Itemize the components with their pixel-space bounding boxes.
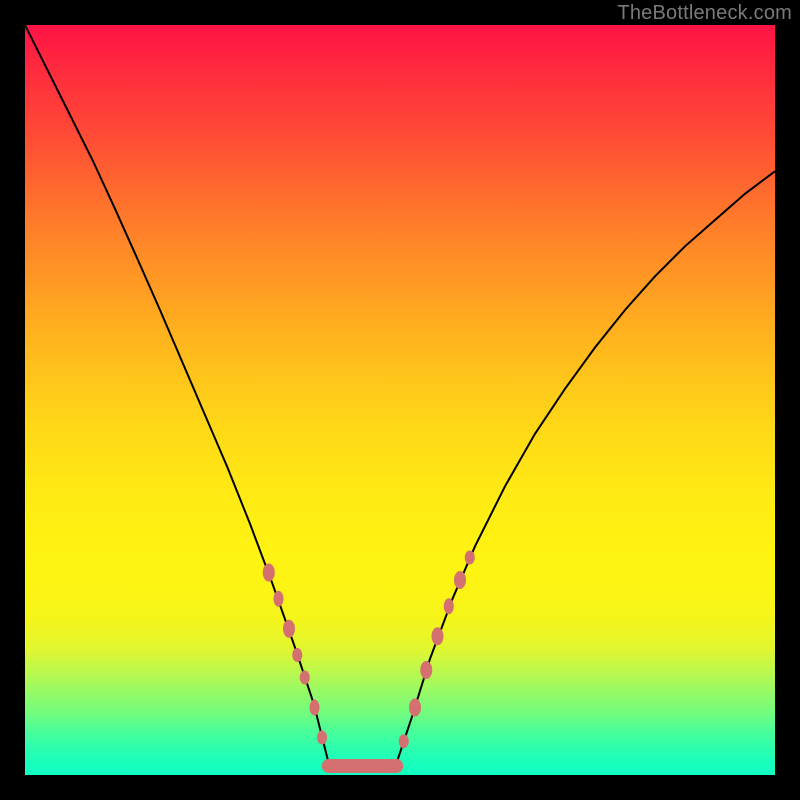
chart-svg — [25, 25, 775, 775]
curve-marker — [454, 571, 466, 589]
curve-marker — [420, 661, 432, 679]
curve-marker — [300, 671, 310, 685]
curve-marker — [317, 731, 327, 745]
curve-marker — [465, 551, 475, 565]
curve-marker — [399, 734, 409, 748]
right-markers — [399, 551, 475, 749]
curve-marker — [310, 700, 320, 716]
curve-marker — [444, 598, 454, 614]
curve-marker — [409, 699, 421, 717]
curve-marker — [283, 620, 295, 638]
watermark-text: TheBottleneck.com — [617, 2, 792, 25]
plot-area — [25, 25, 775, 775]
curve-marker — [432, 627, 444, 645]
chart-frame: TheBottleneck.com — [0, 0, 800, 800]
curve-marker — [263, 564, 275, 582]
right-curve — [396, 171, 775, 764]
curve-marker — [274, 591, 284, 607]
curve-marker — [292, 648, 302, 662]
left-curve — [25, 25, 329, 764]
